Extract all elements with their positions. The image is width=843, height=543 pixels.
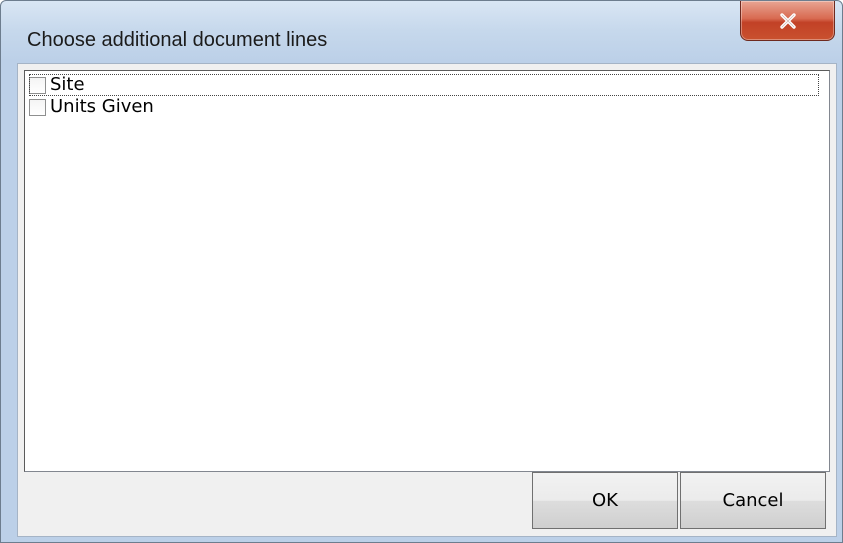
button-bar: OK Cancel	[24, 472, 830, 530]
list-item-units-given[interactable]: Units Given	[29, 96, 154, 118]
document-lines-checklist[interactable]: Site Units Given	[24, 70, 830, 472]
window-title: Choose additional document lines	[27, 29, 328, 51]
list-item-label: Site	[50, 74, 85, 95]
cancel-button[interactable]: Cancel	[680, 472, 826, 529]
close-button[interactable]	[740, 1, 835, 41]
title-bar[interactable]: Choose additional document lines	[1, 1, 842, 63]
dialog-client-area: Site Units Given OK Cancel	[17, 63, 837, 537]
list-item-site[interactable]: Site	[29, 74, 819, 96]
dialog-window: Choose additional document lines Site Un…	[0, 0, 843, 543]
ok-button[interactable]: OK	[532, 472, 678, 529]
site-checkbox[interactable]	[29, 76, 46, 94]
units-given-checkbox[interactable]	[29, 98, 46, 116]
close-x-icon	[778, 12, 798, 30]
list-item-label: Units Given	[50, 96, 154, 117]
